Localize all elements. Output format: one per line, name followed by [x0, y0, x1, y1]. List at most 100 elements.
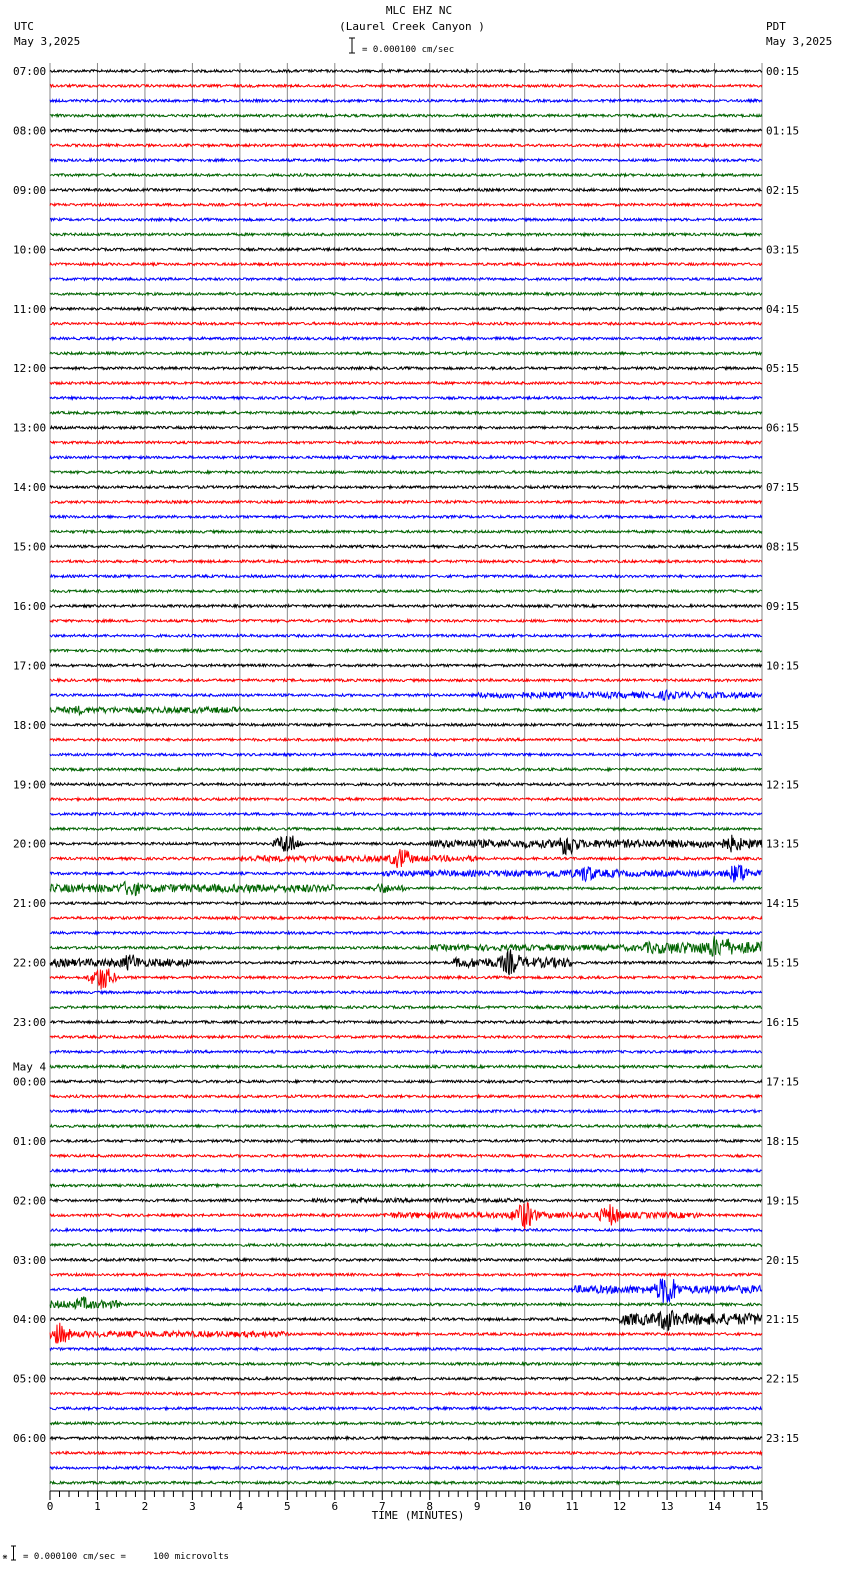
x-tick-label: 10	[518, 1500, 531, 1513]
x-tick-label: 6	[331, 1500, 338, 1513]
trace-line	[49, 409, 763, 416]
trace-line	[49, 880, 762, 897]
trace-line	[49, 498, 763, 505]
trace-line	[49, 469, 763, 476]
trace-line	[49, 810, 763, 818]
station-location: (Laurel Creek Canyon )	[339, 20, 485, 33]
trace-line	[49, 662, 763, 669]
pdt-hour-label: 13:15	[766, 838, 799, 851]
trace-line	[49, 834, 763, 856]
grid	[49, 63, 763, 1491]
trace-line	[49, 1152, 763, 1159]
trace-line	[49, 1420, 763, 1427]
station-title: MLC EHZ NC	[386, 4, 452, 17]
utc-hour-label: 22:00	[13, 957, 46, 970]
trace-line	[49, 1241, 763, 1248]
trace-line	[49, 796, 763, 803]
x-tick-label: 0	[47, 1500, 54, 1513]
trace-line	[49, 1296, 763, 1311]
pdt-hour-label: 19:15	[766, 1194, 799, 1207]
trace-line	[49, 82, 763, 89]
footer-scale-bar-icon	[11, 1545, 16, 1561]
trace-line	[49, 439, 763, 446]
utc-hour-label: 02:00	[13, 1194, 46, 1207]
utc-hour-label: 01:00	[13, 1135, 46, 1148]
trace-line	[49, 949, 763, 976]
scale-text: = 0.000100 cm/sec	[362, 45, 454, 55]
pdt-hour-label: 06:15	[766, 422, 799, 435]
pdt-hour-label: 10:15	[766, 659, 799, 672]
trace-line	[49, 335, 762, 342]
trace-line	[49, 246, 763, 253]
trace-line	[49, 231, 762, 238]
trace-line	[49, 394, 763, 401]
utc-hour-label: 11:00	[13, 303, 46, 316]
date-change-label: May 4	[13, 1060, 46, 1073]
trace-line	[49, 320, 762, 327]
utc-hour-label: 12:00	[13, 362, 46, 375]
trace-line	[50, 1078, 763, 1085]
trace-line	[49, 864, 763, 883]
trace-line	[49, 603, 763, 609]
trace-line	[49, 1227, 763, 1234]
trace-line	[49, 781, 763, 788]
utc-hour-label: 09:00	[13, 184, 46, 197]
left-date: May 3,2025	[14, 35, 80, 48]
trace-line	[49, 528, 763, 535]
trace-line	[49, 380, 763, 386]
trace-line	[49, 276, 762, 283]
utc-hour-label: 14:00	[13, 481, 46, 494]
trace-line	[49, 647, 763, 654]
pdt-hour-label: 18:15	[766, 1135, 799, 1148]
pdt-hour-label: 20:15	[766, 1254, 799, 1267]
trace-line	[49, 543, 763, 550]
trace-line	[49, 290, 763, 297]
right-timezone: PDT	[766, 20, 786, 33]
trace-line	[49, 617, 763, 624]
pdt-hour-label: 04:15	[766, 303, 799, 316]
x-tick-label: 12	[613, 1500, 626, 1513]
trace-line	[49, 825, 763, 832]
utc-hour-label: 20:00	[13, 838, 46, 851]
pdt-hour-label: 07:15	[766, 481, 799, 494]
x-axis-label: TIME (MINUTES)	[372, 1509, 465, 1522]
trace-line	[49, 929, 763, 936]
pdt-hour-label: 17:15	[766, 1075, 799, 1088]
trace-line	[49, 216, 763, 223]
trace-line	[49, 632, 763, 639]
pdt-hour-label: 08:15	[766, 541, 799, 554]
utc-hour-label: 18:00	[13, 719, 46, 732]
footer-mark: ⋇	[2, 1553, 8, 1561]
trace-line	[49, 157, 763, 164]
trace-line	[49, 127, 763, 134]
trace-line	[49, 558, 763, 565]
trace-line	[49, 97, 763, 104]
trace-line	[50, 721, 763, 728]
trace-line	[49, 112, 763, 119]
trace-line	[49, 1360, 763, 1367]
trace-line	[49, 1256, 763, 1263]
pdt-hour-label: 15:15	[766, 957, 799, 970]
utc-hour-label: 04:00	[13, 1313, 46, 1326]
trace-line	[49, 483, 763, 491]
trace-line	[49, 1375, 763, 1382]
trace-line	[49, 968, 763, 990]
trace-line	[49, 261, 763, 268]
trace-line	[49, 305, 763, 312]
utc-hour-label: 15:00	[13, 541, 46, 554]
utc-hour-label: 06:00	[13, 1432, 46, 1445]
pdt-hour-label: 05:15	[766, 362, 799, 375]
utc-hour-label: 21:00	[13, 897, 46, 910]
utc-hour-label: 07:00	[13, 65, 46, 78]
pdt-hour-label: 11:15	[766, 719, 799, 732]
utc-hour-label: 05:00	[13, 1373, 46, 1386]
trace-line	[49, 1167, 763, 1174]
scale-bar-icon	[349, 37, 355, 54]
x-tick-label: 4	[237, 1500, 244, 1513]
x-tick-label: 14	[708, 1500, 722, 1513]
pdt-hour-label: 21:15	[766, 1313, 799, 1326]
trace-line	[49, 186, 763, 193]
x-tick-label: 3	[189, 1500, 196, 1513]
traces	[49, 67, 763, 1486]
trace-line	[49, 1196, 763, 1204]
